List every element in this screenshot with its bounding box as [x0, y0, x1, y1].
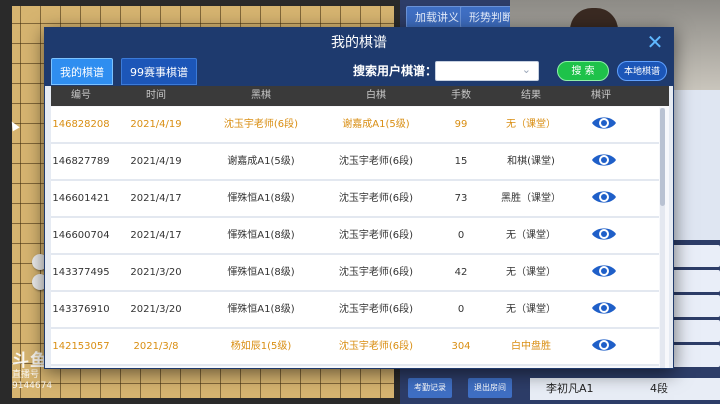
cell-moves: 42 — [454, 267, 468, 278]
cell-moves: 15 — [454, 156, 468, 167]
list-item[interactable] — [672, 270, 720, 292]
search-label: 搜索用户棋谱： — [353, 64, 438, 78]
watermark-id: 9144674 — [12, 381, 53, 391]
cell-black-player: 谢嘉成A1(5级) — [227, 156, 295, 167]
dialog-title: 我的棋谱 — [331, 35, 387, 51]
cell-result: 白中盘胜 — [511, 341, 551, 352]
search-user-select[interactable]: ⌄ — [435, 61, 539, 81]
list-item[interactable] — [672, 245, 720, 267]
table-row[interactable]: 146827789 2021/4/19 谢嘉成A1(5级) 沈玉宇老师(6段) 15 和棋… — [51, 144, 659, 181]
cell-date: 2021/3/20 — [130, 267, 182, 278]
cell-result: 无（课堂） — [506, 230, 556, 241]
column-header-id: 编号 — [71, 90, 91, 101]
list-item[interactable] — [672, 345, 720, 367]
cell-white-player: 沈玉宇老师(6段) — [338, 341, 414, 352]
cell-moves: 0 — [457, 230, 465, 241]
cell-white-player: 沈玉宇老师(6段) — [338, 193, 414, 204]
table-row[interactable]: 142153057 2021/3/8 杨如辰1(5级) 沈玉宇老师(6段) 304 白中盘… — [51, 329, 659, 366]
cell-id: 143377495 — [52, 267, 110, 278]
cell-white-player: 谢嘉成A1(5级) — [342, 119, 410, 130]
cell-white-player: 沈玉宇老师(6段) — [338, 267, 414, 278]
cell-black-player: 惲殊恒A1(8级) — [227, 304, 295, 315]
cell-moves: 99 — [454, 119, 468, 130]
cell-black-player: 惲殊恒A1(8级) — [227, 267, 295, 278]
cell-date: 2021/4/19 — [130, 156, 182, 167]
search-button[interactable]: 搜 索 — [557, 61, 609, 81]
dialog-header: 我的棋谱 ✕ — [45, 28, 673, 58]
cell-id: 142153057 — [52, 341, 110, 352]
student-list — [672, 245, 720, 370]
cell-moves: 304 — [451, 341, 471, 352]
cell-white-player: 沈玉宇老师(6段) — [338, 156, 414, 167]
cell-result: 和棋(课堂) — [507, 156, 555, 167]
eye-icon[interactable] — [591, 262, 617, 280]
scrollbar-thumb[interactable] — [660, 108, 665, 206]
cell-moves: 73 — [454, 193, 468, 204]
table-header: 编号 时间 黑棋 白棋 手数 结果 棋评 — [51, 86, 669, 106]
cell-date: 2021/4/17 — [130, 193, 182, 204]
local-records-button[interactable]: 本地棋谱 — [617, 61, 667, 81]
cell-black-player: 沈玉宇老师(6段) — [223, 119, 299, 130]
eye-icon[interactable] — [591, 114, 617, 132]
cell-id: 143376910 — [52, 304, 110, 315]
cell-date: 2021/3/20 — [130, 304, 182, 315]
column-header-white: 白棋 — [366, 90, 386, 101]
eye-icon[interactable] — [591, 336, 617, 354]
cell-date: 2021/4/19 — [130, 119, 182, 130]
cell-date: 2021/4/17 — [130, 230, 182, 241]
cell-date: 2021/3/8 — [133, 341, 179, 352]
cell-white-player: 沈玉宇老师(6段) — [338, 304, 414, 315]
cell-white-player: 沈玉宇老师(6段) — [338, 230, 414, 241]
load-handout-button[interactable]: 加载讲义 — [406, 6, 468, 28]
table-row[interactable]: 146828208 2021/4/19 沈玉宇老师(6段) 谢嘉成A1(5级) 99 无（… — [51, 107, 659, 144]
tab-my-records[interactable]: 我的棋谱 — [51, 58, 113, 85]
student-name: 李初凡A1 — [546, 382, 594, 395]
eye-icon[interactable] — [591, 188, 617, 206]
table-row[interactable]: 146601421 2021/4/17 惲殊恒A1(8级) 沈玉宇老师(6段) 73 黑胜… — [51, 181, 659, 218]
column-header-comment: 棋评 — [591, 90, 611, 101]
student-level: 4段 — [650, 382, 668, 395]
cell-result: 无（课堂） — [506, 119, 556, 130]
table-row[interactable]: 143376910 2021/3/20 惲殊恒A1(8级) 沈玉宇老师(6段) 0 无（课… — [51, 292, 659, 329]
table-row[interactable]: 146600704 2021/4/17 惲殊恒A1(8级) 沈玉宇老师(6段) 0 无（课… — [51, 218, 659, 255]
eye-icon[interactable] — [591, 299, 617, 317]
cell-id: 146827789 — [52, 156, 110, 167]
cell-result: 黑胜（课堂） — [501, 193, 561, 204]
exit-room-button[interactable]: 退出房间 — [468, 378, 512, 398]
list-item[interactable] — [672, 320, 720, 342]
cell-id: 146601421 — [52, 193, 110, 204]
watermark-sub: 直播号 — [12, 370, 40, 380]
records-table: 146828208 2021/4/19 沈玉宇老师(6段) 谢嘉成A1(5级) 99 无（… — [51, 106, 669, 368]
column-header-moves: 手数 — [451, 90, 471, 101]
cell-black-player: 惲殊恒A1(8级) — [227, 230, 295, 241]
cell-id: 146600704 — [52, 230, 110, 241]
tab-99-event-records[interactable]: 99赛事棋谱 — [121, 58, 197, 85]
cell-result: 无（课堂） — [506, 304, 556, 315]
column-header-result: 结果 — [521, 90, 541, 101]
column-header-time: 时间 — [146, 90, 166, 101]
eye-icon[interactable] — [591, 151, 617, 169]
chevron-down-icon: ⌄ — [521, 63, 531, 76]
cell-id: 146828208 — [52, 119, 110, 130]
column-header-black: 黑棋 — [251, 90, 271, 101]
side-panel — [670, 90, 720, 240]
cell-black-player: 杨如辰1(5级) — [230, 341, 292, 352]
table-row[interactable]: 143377495 2021/3/20 惲殊恒A1(8级) 沈玉宇老师(6段) 42 无（… — [51, 255, 659, 292]
cell-result: 无（课堂） — [506, 267, 556, 278]
cell-black-player: 惲殊恒A1(8级) — [227, 193, 295, 204]
cell-moves: 0 — [457, 304, 465, 315]
list-item[interactable] — [672, 295, 720, 317]
game-records-dialog: 我的棋谱 ✕ 我的棋谱 99赛事棋谱 搜索用户棋谱： ⌄ 搜 索 本地棋谱 编号… — [44, 27, 674, 369]
close-icon[interactable]: ✕ — [645, 32, 665, 52]
eye-icon[interactable] — [591, 225, 617, 243]
attendance-button[interactable]: 考勤记录 — [408, 378, 452, 398]
student-row[interactable]: 李初凡A1 4段 — [530, 378, 720, 400]
